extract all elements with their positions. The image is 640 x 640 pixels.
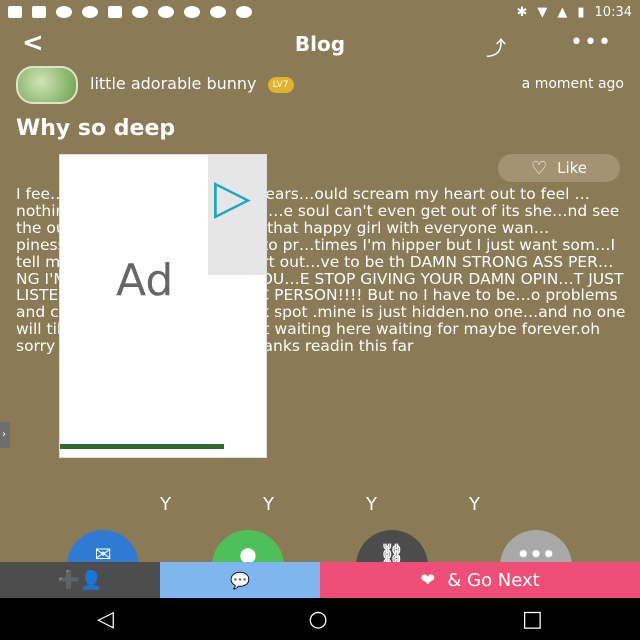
ad-overlay[interactable]: ▷ Ad	[60, 155, 266, 457]
chevron-right-icon: ›	[2, 429, 6, 440]
wifi-icon: ▼	[537, 4, 548, 20]
notification-icon	[108, 6, 122, 18]
more-button[interactable]: •••	[570, 30, 612, 55]
level-badge: LV7	[267, 76, 294, 93]
timestamp: a moment ago	[521, 76, 624, 92]
toast-icons-row: Y Y Y Y	[160, 494, 480, 515]
ad-progress-bar	[60, 444, 224, 449]
notification-icon	[184, 6, 200, 18]
notification-icon	[32, 6, 46, 18]
like-label: Like	[557, 159, 588, 177]
signal-icon: ▲	[557, 4, 568, 20]
add-user-icon: ➕👤	[57, 569, 103, 591]
notification-icon	[210, 6, 226, 18]
share-button[interactable]: ⤴	[486, 32, 506, 61]
clock: 10:34	[594, 4, 632, 20]
chat-icon: 💬	[230, 570, 250, 590]
notification-icon	[236, 6, 252, 18]
follow-button[interactable]: ➕👤	[0, 562, 160, 598]
author-name[interactable]: little adorable bunny LV7	[90, 74, 294, 93]
home-nav-button[interactable]: ○	[308, 607, 327, 632]
author-name-text: little adorable bunny	[90, 74, 257, 93]
battery-icon: ▮	[577, 4, 585, 20]
status-right: ✱ ▼ ▲ ▮ 10:34	[516, 5, 632, 20]
notification-icon	[82, 6, 98, 18]
top-bar: < Blog ⤴ •••	[0, 24, 640, 64]
back-nav-button[interactable]: ◁	[97, 607, 114, 632]
avatar[interactable]	[16, 66, 78, 104]
notification-icon	[132, 6, 148, 18]
android-nav-bar: ◁ ○ □	[0, 598, 640, 640]
go-next-button[interactable]: ❤ & Go Next	[320, 562, 640, 598]
cheers-icon: Y	[469, 494, 480, 515]
bottom-action-bar: ➕👤 💬 ❤ & Go Next	[0, 562, 640, 598]
heart-icon: ♡	[530, 157, 548, 179]
cheers-icon: Y	[263, 494, 274, 515]
chat-button[interactable]: 💬	[160, 562, 320, 598]
share-actions: ✉ ● ⛓ •••	[0, 530, 640, 602]
notification-icon	[158, 6, 174, 18]
like-button[interactable]: ♡ Like	[498, 154, 620, 182]
recents-nav-button[interactable]: □	[522, 607, 543, 632]
heart-icon: ❤	[420, 569, 436, 591]
notification-icon	[8, 6, 22, 18]
bluetooth-icon: ✱	[516, 4, 528, 20]
page-title: Blog	[294, 32, 346, 56]
status-left	[8, 6, 252, 18]
share-icon: ⤴	[486, 36, 506, 60]
post-title: Why so deep	[16, 116, 176, 141]
cheers-icon: Y	[160, 494, 171, 515]
more-icon: •••	[570, 30, 612, 55]
side-drawer-tab[interactable]: ›	[0, 422, 10, 448]
notification-icon	[56, 6, 72, 18]
status-bar: ✱ ▼ ▲ ▮ 10:34	[0, 0, 640, 24]
play-icon: ▷	[214, 169, 251, 225]
author-row: little adorable bunny LV7 a moment ago	[0, 64, 640, 106]
ad-label: Ad	[116, 255, 174, 306]
go-next-label: & Go Next	[447, 569, 540, 591]
cheers-icon: Y	[366, 494, 377, 515]
